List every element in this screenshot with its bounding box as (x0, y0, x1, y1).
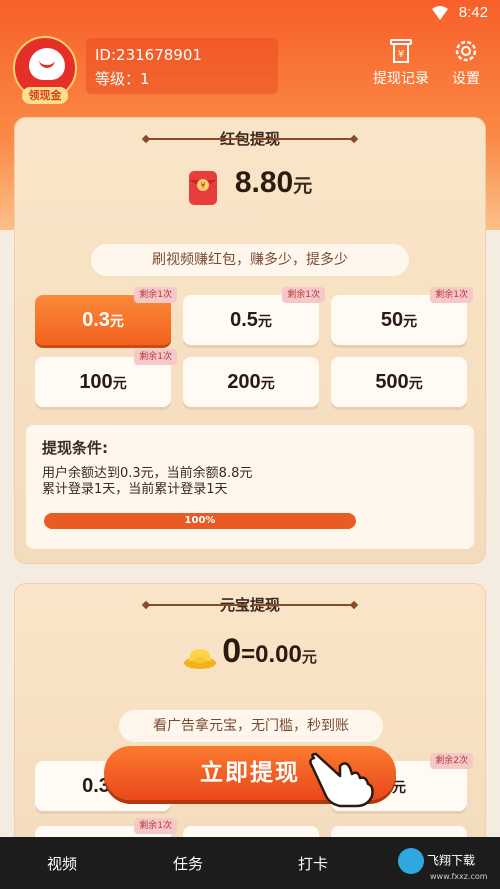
remaining-badge: 剩余1次 (282, 287, 325, 303)
settings-button[interactable]: 设置 (446, 38, 486, 88)
status-bar: 8:42 (0, 0, 500, 28)
watermark-url: www.fxxz.com (430, 872, 488, 881)
remaining-badge: 剩余1次 (134, 287, 177, 303)
watermark-text: 飞翔下载 (427, 853, 476, 868)
option-amount: 200 (227, 371, 261, 393)
withdraw-option-500[interactable]: 500元 (331, 357, 467, 407)
gold-ingot-icon (184, 648, 217, 669)
ingot-unit: 元 (301, 648, 317, 666)
remaining-badge: 剩余1次 (134, 349, 177, 365)
conditions-balance: 用户余额达到0.3元，当前余额8.8元 (42, 466, 253, 481)
progress-label: 100% (184, 515, 216, 526)
remaining-badge: 剩余1次 (430, 287, 473, 303)
conditions-login: 累计登录1天，当前累计登录1天 (42, 482, 228, 497)
user-id: ID:231678901 (95, 46, 202, 64)
ingot-balance: 0=0.00元 (15, 632, 485, 671)
withdraw-record-label: 提现记录 (373, 71, 429, 87)
nav-tasks[interactable]: 任务 (173, 853, 203, 874)
pointing-hand-icon (309, 752, 374, 808)
withdraw-record-button[interactable]: ¥ 提现记录 (370, 38, 432, 88)
option-unit: 元 (109, 314, 124, 330)
svg-text:¥: ¥ (398, 49, 404, 60)
wifi-icon (432, 6, 448, 20)
withdraw-option-0.3[interactable]: 0.3元 剩余1次 (35, 287, 177, 345)
remaining-badge: 剩余2次 (430, 753, 473, 769)
option-unit: 元 (408, 376, 423, 392)
withdraw-option-200[interactable]: 200元 (183, 357, 319, 407)
ingot-title-row: 元宝提现 (15, 594, 485, 615)
nav-video[interactable]: 视频 (47, 853, 77, 874)
user-info: ID:231678901 等级：1 (86, 38, 278, 94)
nav-checkin[interactable]: 打卡 (298, 853, 328, 874)
red-packet-balance-unit: 元 (293, 175, 313, 197)
red-packet-balance-value: 8.80 (234, 166, 294, 199)
watermark: 飞翔下载 www.fxxz.com (398, 848, 498, 886)
option-unit: 元 (260, 376, 275, 392)
withdraw-option-100[interactable]: 100元 剩余1次 (35, 349, 177, 407)
option-amount: 0.5 (230, 309, 258, 331)
conditions-title: 提现条件: (42, 439, 108, 457)
option-unit: 元 (257, 314, 272, 330)
red-packet-slogan: 刷视频赚红包，赚多少，提多少 (91, 244, 409, 276)
withdraw-option-50[interactable]: 50元 剩余1次 (331, 287, 473, 345)
remaining-badge: 剩余1次 (134, 818, 177, 834)
status-time: 8:42 (458, 4, 488, 21)
avatar-tag[interactable]: 领现金 (22, 87, 68, 104)
ingot-card: 元宝提现 0=0.00元 看广告拿元宝，无门槛，秒到账 0.3元 元 剩余2次 … (14, 583, 486, 866)
red-packet-title-row: 红包提现 (15, 128, 485, 149)
ingot-slogan: 看广告拿元宝，无门槛，秒到账 (119, 710, 383, 742)
option-amount: 500 (375, 371, 409, 393)
withdraw-option-0.5[interactable]: 0.5元 剩余1次 (183, 287, 325, 345)
receipt-icon: ¥ (390, 39, 412, 63)
red-packet-balance: ¥ 8.80元 (15, 166, 485, 206)
gear-icon (455, 40, 477, 62)
option-unit: 元 (403, 314, 418, 330)
option-amount: 50 (380, 309, 404, 331)
conditions-progress-bar: 100% (44, 513, 356, 529)
red-envelope-icon: ¥ (188, 170, 217, 205)
option-amount: 0.3 (82, 309, 110, 331)
withdraw-conditions: 提现条件: 用户余额达到0.3元，当前余额8.8元 累计登录1天，当前累计登录1… (26, 425, 474, 549)
watermark-logo-icon (398, 848, 424, 874)
option-amount: 100 (79, 371, 113, 393)
user-level: 等级：1 (95, 70, 150, 88)
settings-label: 设置 (452, 71, 480, 87)
svg-text:¥: ¥ (200, 181, 205, 190)
option-unit: 元 (112, 376, 127, 392)
ingot-count: 0 (222, 632, 242, 670)
ingot-equals: =0.00 (241, 641, 302, 668)
